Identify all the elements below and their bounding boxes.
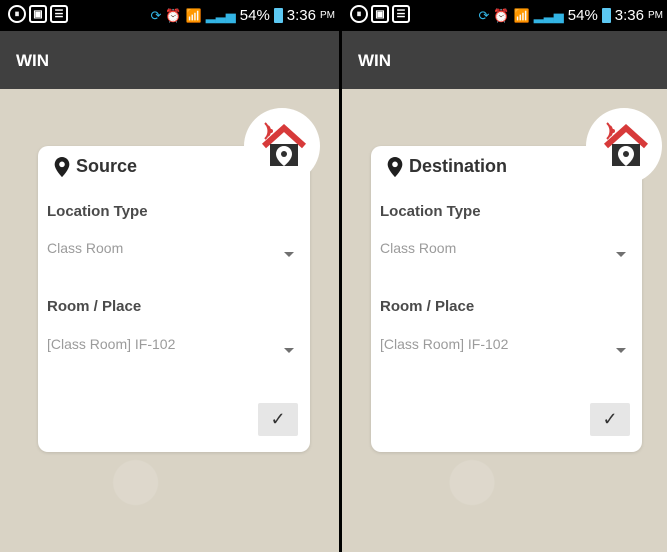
app-notification-icon: ⏸ [8,5,26,23]
action-bar: WIN [0,31,339,89]
clock-suffix: PM [320,10,335,21]
card-title-destination: Destination [387,156,507,177]
caret-down-icon [284,348,294,353]
location-type-dropdown[interactable]: Class Room [371,236,642,264]
room-place-label: Room / Place [47,298,142,315]
image-notification-icon: ▣ [371,5,389,23]
clock-time: 3:36 [614,7,644,24]
location-type-label: Location Type [47,203,148,220]
app-notification-icon: ⏸ [350,5,368,23]
battery-icon [601,8,611,23]
location-type-dropdown[interactable]: Class Room [38,236,310,264]
action-bar: WIN [342,31,667,89]
room-place-value: [Class Room] IF-102 [47,336,176,352]
location-type-value: Class Room [47,240,124,256]
card-title-source: Source [54,156,137,177]
signal-icon: ▂▃▅ [533,7,564,23]
confirm-button[interactable]: ✓ [590,403,630,436]
app-title: WIN [16,51,50,70]
status-icons-left: ⏸ ▣ ☰ [350,5,410,23]
check-icon: ✓ [602,409,618,429]
chat-notification-icon: ☰ [392,5,410,23]
status-icons-right: ⟳ ⏰ 📶 ▂▃▅ 54% 3:36 PM [150,7,335,24]
confirm-button[interactable]: ✓ [258,403,298,436]
room-place-dropdown[interactable]: [Class Room] IF-102 [38,332,310,360]
card-title-text: Source [76,156,138,176]
signal-icon: ▂▃▅ [205,7,236,23]
caret-down-icon [616,348,626,353]
status-bar: ⏸ ▣ ☰ ⟳ ⏰ 📶 ▂▃▅ 54% 3:36 PM [0,0,339,31]
sync-icon: ⟳ [478,7,490,23]
phone-screen-source: ⏸ ▣ ☰ ⟳ ⏰ 📶 ▂▃▅ 54% 3:36 PM WIN Source L… [0,0,339,552]
clock-time: 3:36 [286,7,316,24]
sync-icon: ⟳ [150,7,162,23]
wifi-icon: 📶 [513,7,530,23]
battery-percent: 54% [239,7,270,24]
caret-down-icon [284,252,294,257]
map-pin-icon [54,156,70,177]
card-title-text: Destination [409,156,508,176]
app-title: WIN [358,51,392,70]
wifi-icon: 📶 [185,7,202,23]
screenshot-pair: ⏸ ▣ ☰ ⟳ ⏰ 📶 ▂▃▅ 54% 3:36 PM WIN Source L… [0,0,667,552]
battery-icon [273,8,283,23]
room-place-dropdown[interactable]: [Class Room] IF-102 [371,332,642,360]
location-card-source: Source Location Type Class Room Room / P… [38,146,310,452]
home-location-icon [261,122,307,166]
location-type-label: Location Type [380,203,481,220]
check-icon: ✓ [270,409,286,429]
home-location-icon [603,122,649,166]
location-card-destination: Destination Location Type Class Room Roo… [371,146,642,452]
status-icons-left: ⏸ ▣ ☰ [8,5,68,23]
home-location-badge [244,108,320,184]
room-place-value: [Class Room] IF-102 [380,336,509,352]
room-place-label: Room / Place [380,298,475,315]
battery-percent: 54% [567,7,598,24]
image-notification-icon: ▣ [29,5,47,23]
phone-screen-destination: ⏸ ▣ ☰ ⟳ ⏰ 📶 ▂▃▅ 54% 3:36 PM WIN Destinat… [342,0,667,552]
caret-down-icon [616,252,626,257]
chat-notification-icon: ☰ [50,5,68,23]
map-pin-icon [387,156,403,177]
status-icons-right: ⟳ ⏰ 📶 ▂▃▅ 54% 3:36 PM [478,7,663,24]
clock-suffix: PM [648,10,663,21]
home-location-badge [586,108,662,184]
alarm-icon: ⏰ [493,7,510,23]
alarm-icon: ⏰ [165,7,182,23]
location-type-value: Class Room [380,240,457,256]
status-bar: ⏸ ▣ ☰ ⟳ ⏰ 📶 ▂▃▅ 54% 3:36 PM [342,0,667,31]
